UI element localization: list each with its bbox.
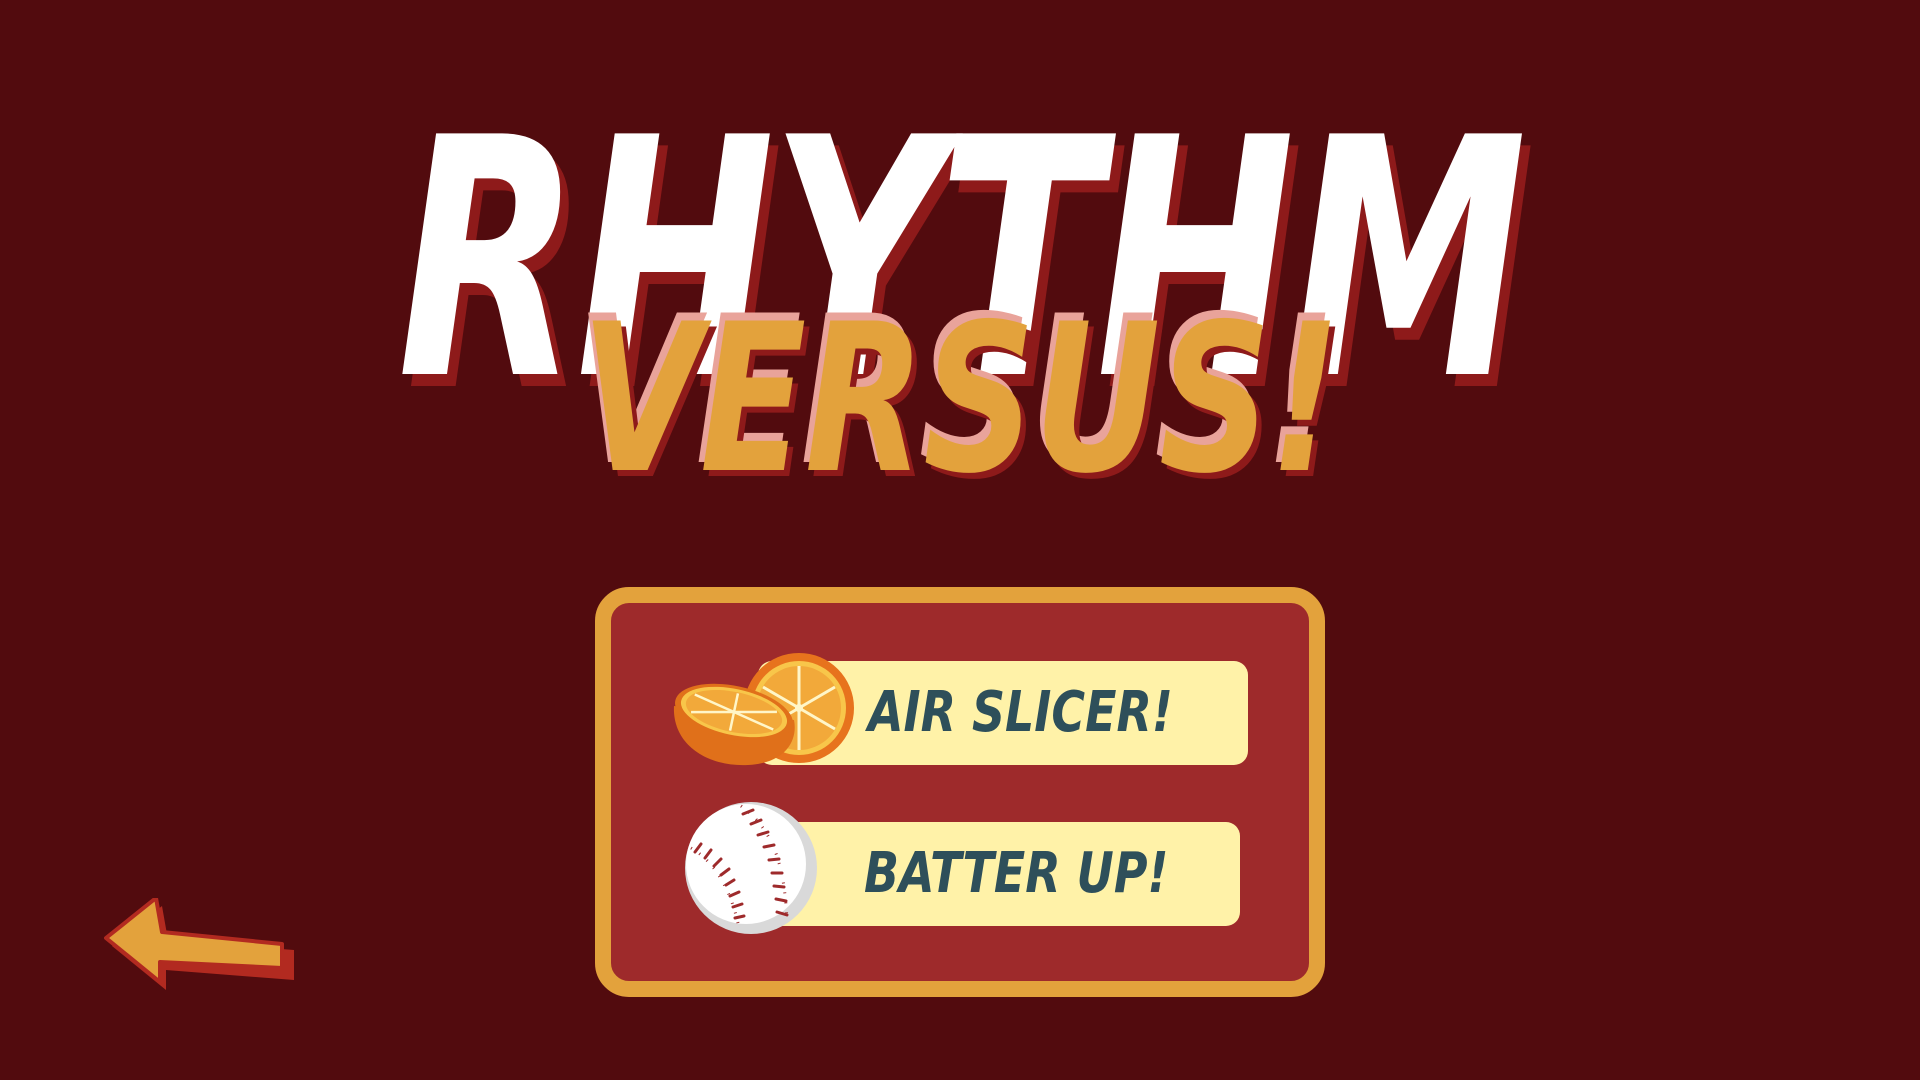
game-screen: RHYTHM VERSUS! AIR SLICER! BATTER UP! (0, 0, 1920, 1080)
air-slicer-label: AIR SLICER! (868, 680, 1173, 745)
batter-up-label: BATTER UP! (864, 841, 1169, 906)
back-arrow-icon[interactable] (104, 898, 296, 1006)
game-subtitle: VERSUS! (580, 281, 1341, 519)
orange-slice-icon[interactable] (668, 650, 854, 772)
baseball-icon[interactable] (683, 800, 819, 936)
batter-up-button[interactable]: BATTER UP! (758, 822, 1240, 926)
